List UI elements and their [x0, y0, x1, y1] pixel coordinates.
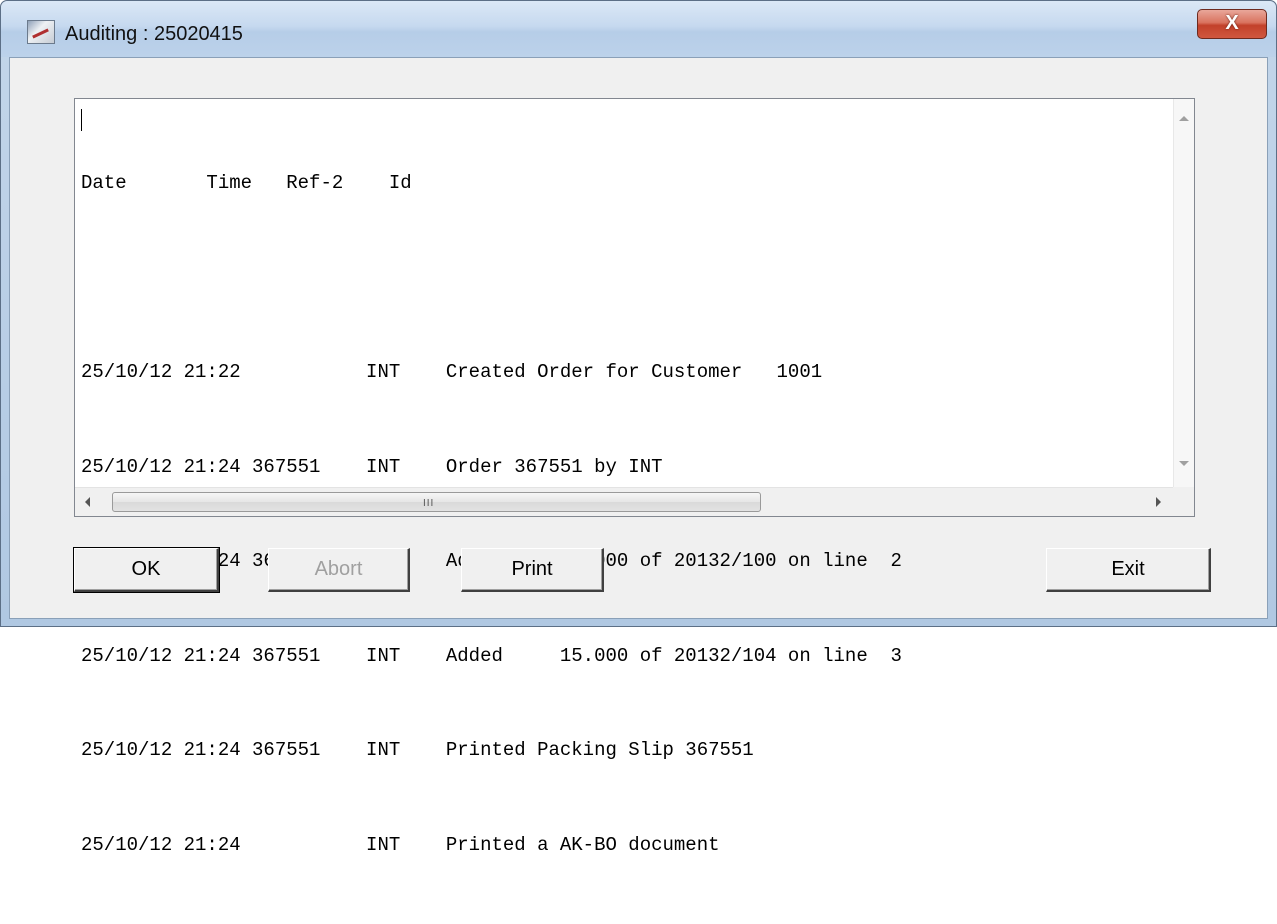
abort-button[interactable]: Abort: [268, 548, 410, 592]
audit-row[interactable]: 25/10/12 21:22 INT Created Order for Cus…: [81, 357, 902, 389]
close-button[interactable]: X: [1197, 9, 1267, 39]
scroll-down-icon[interactable]: [1179, 461, 1189, 466]
audit-blank-row: [81, 263, 902, 295]
auditing-window: Auditing : 25020415 X Date Time Ref-2 Id…: [0, 0, 1277, 856]
scroll-up-icon[interactable]: [1179, 116, 1189, 121]
scrollbar-corner: [1173, 487, 1194, 516]
exit-button[interactable]: Exit: [1046, 548, 1211, 592]
window-title: Auditing : 25020415: [65, 23, 243, 45]
ok-button[interactable]: OK: [73, 547, 220, 593]
app-icon: [27, 20, 55, 44]
audit-log-list[interactable]: Date Time Ref-2 Id 25/10/12 21:22 INT Cr…: [74, 98, 1195, 856]
dialog-client-area: Date Time Ref-2 Id 25/10/12 21:22 INT Cr…: [9, 57, 1268, 856]
audit-row[interactable]: 25/10/12 21:24 INT Printed a AK-BO docum…: [81, 830, 902, 862]
horizontal-scrollbar[interactable]: III: [75, 487, 1173, 516]
audit-row[interactable]: 25/10/12 21:24 367551 INT Added 15.000 o…: [81, 641, 902, 673]
audit-row[interactable]: 25/10/12 21:24 367551 INT Order 367551 b…: [81, 452, 902, 484]
print-button[interactable]: Print: [461, 548, 604, 592]
horizontal-scroll-thumb[interactable]: III: [112, 492, 761, 512]
grip-icon: III: [423, 498, 435, 509]
scroll-right-icon[interactable]: [1156, 497, 1161, 507]
vertical-scrollbar[interactable]: [1173, 99, 1194, 487]
audit-header-row: Date Time Ref-2 Id: [81, 172, 412, 194]
scroll-left-icon[interactable]: [85, 497, 90, 507]
audit-row[interactable]: 25/10/12 21:24 367551 INT Printed Packin…: [81, 735, 902, 767]
title-bar[interactable]: Auditing : 25020415 X: [1, 1, 1276, 57]
